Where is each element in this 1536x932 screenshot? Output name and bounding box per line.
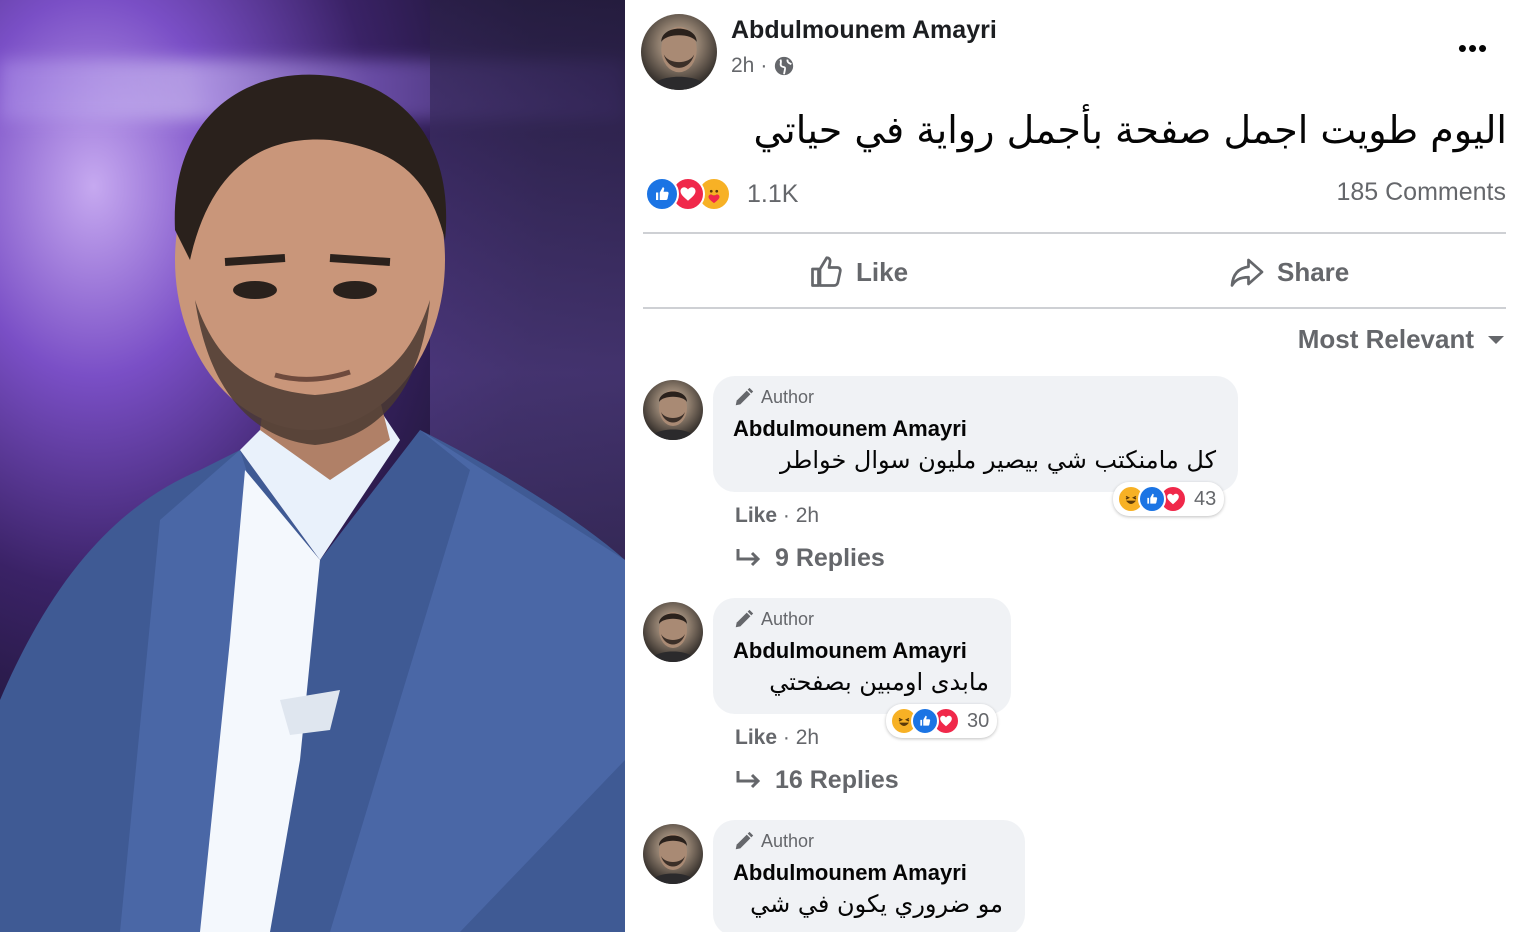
comment-like-link[interactable]: Like [735,726,777,749]
divider [643,232,1506,234]
author-badge: Author [733,386,1216,408]
pencil-icon [735,831,754,850]
profile-photo [0,0,625,932]
comment-meta: Like · 2h [735,504,819,528]
post-text: اليوم طويت اجمل صفحة بأجمل رواية في حيات… [753,108,1508,152]
like-reaction-icon [911,707,939,735]
comment-text: مو ضروري يكون في شي [750,890,1003,918]
comment-reactions[interactable]: 30 [886,704,998,738]
reaction-count: 1.1K [747,179,799,208]
reaction-summary[interactable]: 1.1K [645,176,798,212]
view-replies-link[interactable]: 9 Replies [735,544,885,573]
post-meta: 2h · [731,54,795,78]
comment-time[interactable]: · 2h [783,726,819,749]
more-icon[interactable]: ••• [1455,30,1491,66]
replies-label: 9 Replies [775,544,885,572]
reply-arrow-icon [736,548,761,566]
share-button[interactable]: Share [1229,250,1349,294]
author-tag-label: Author [761,608,815,629]
comment-avatar[interactable] [643,602,703,662]
author-badge: Author [733,830,1003,852]
view-replies-link[interactable]: 16 Replies [735,766,899,795]
comment-like-link[interactable]: Like [735,504,777,527]
globe-icon [775,56,794,76]
caret-down-icon [1488,335,1504,344]
author-tag-label: Author [761,386,815,407]
like-label: Like [856,256,909,287]
like-reaction-icon [645,177,679,211]
comment-text: كل مامنكتب شي بيصير مليون سوال خواطر [780,446,1216,474]
divider [643,307,1506,309]
comment-reaction-count: 30 [967,709,990,732]
comment-author-name[interactable]: Abdulmounem Amayri [733,860,1003,886]
comment-avatar[interactable] [643,380,703,440]
comment-avatar[interactable] [643,824,703,884]
comments-count[interactable]: 185 Comments [1336,178,1506,207]
comment-bubble: Author Abdulmounem Amayri كل مامنكتب شي … [713,376,1238,492]
comment-reaction-count: 43 [1194,487,1217,510]
comment-author-name[interactable]: Abdulmounem Amayri [733,416,1216,442]
share-arrow-icon [1230,258,1264,287]
author-avatar[interactable] [641,14,717,90]
facebook-post: Abdulmounem Amayri 2h · ••• اليوم طويت ا… [625,0,1536,932]
man-portrait-illustration [0,74,625,932]
replies-label: 16 Replies [775,766,899,794]
comment-reactions[interactable]: 43 [1113,482,1225,516]
comment-bubble: Author Abdulmounem Amayri مابدى اومبين ب… [713,598,1011,714]
author-badge: Author [733,608,989,630]
reply-arrow-icon [736,770,761,788]
comment-author-name[interactable]: Abdulmounem Amayri [733,638,989,664]
like-button[interactable]: Like [808,250,908,294]
pencil-icon [735,387,754,406]
comment-time[interactable]: · 2h [783,504,819,527]
sort-label: Most Relevant [1297,324,1474,354]
post-author-name[interactable]: Abdulmounem Amayri [731,16,997,45]
pencil-icon [735,609,754,628]
meta-separator: · [760,54,768,77]
comment-bubble: Author Abdulmounem Amayri مو ضروري يكون … [713,820,1025,932]
comment-meta: Like · 2h [735,726,819,750]
author-tag-label: Author [761,830,815,851]
comment-text: مابدى اومبين بصفحتي [769,668,989,696]
post-time[interactable]: 2h [731,54,754,78]
sort-dropdown[interactable]: Most Relevant [1298,324,1506,355]
like-reaction-icon [1138,485,1166,513]
like-thumb-icon [811,256,842,287]
share-label: Share [1277,256,1350,287]
